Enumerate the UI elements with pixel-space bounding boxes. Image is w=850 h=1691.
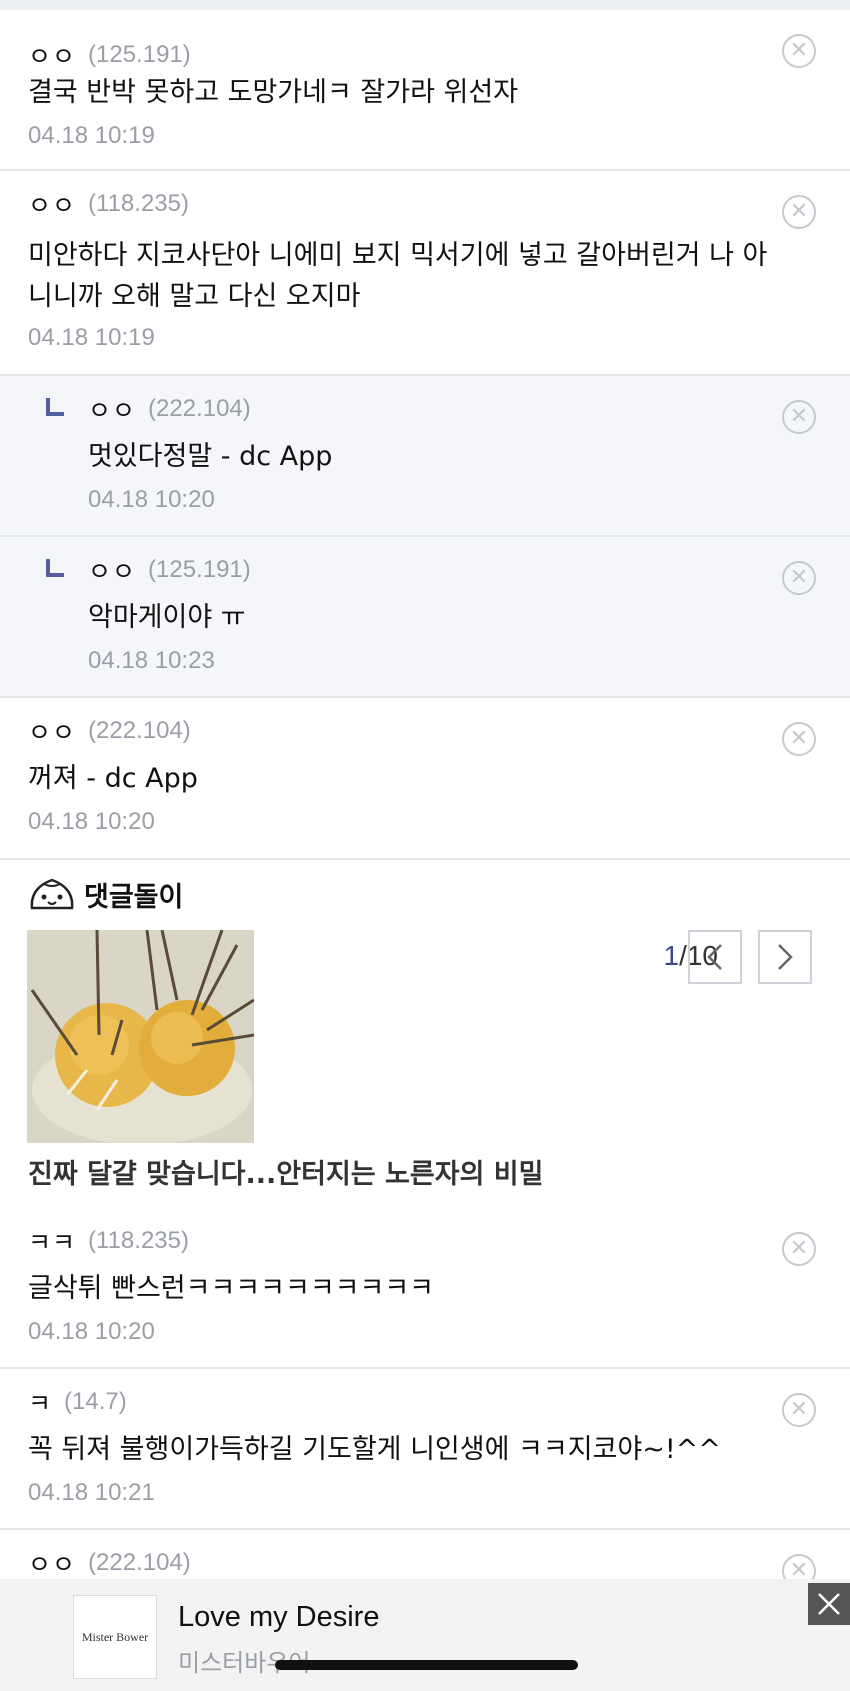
reply-item: ㅇㅇ (125.191) 악마게이야 ㅠ 04.18 10:23 ✕ bbox=[0, 537, 850, 698]
comment-date: 04.18 10:20 bbox=[28, 808, 155, 835]
comment-nickname[interactable]: ㅇㅇ bbox=[88, 552, 136, 588]
comment-text: 결국 반박 못하고 도망가네ㅋ 잘가라 위선자 bbox=[28, 77, 519, 108]
comment-bot-name: 댓글돌이 bbox=[84, 881, 184, 913]
comment-nickname[interactable]: ㅇㅇ bbox=[28, 37, 76, 73]
reply-arrow-icon bbox=[46, 398, 64, 416]
comment-header: ㅋ (14.7) bbox=[28, 1384, 127, 1420]
comment-header: ㅇㅇ (222.104) bbox=[46, 391, 251, 427]
dumpling-mascot-icon bbox=[30, 878, 74, 910]
comment-text: 악마게이야 ㅠ bbox=[88, 602, 246, 633]
circle-x-icon: ✕ bbox=[789, 38, 809, 63]
comment-item: ㅇㅇ (222.104) ✕ bbox=[0, 1530, 850, 1579]
delete-comment-button[interactable]: ✕ bbox=[782, 400, 816, 434]
comment-nickname[interactable]: ㅇㅇ bbox=[88, 391, 136, 427]
next-button[interactable] bbox=[758, 930, 812, 984]
comment-header: ㅋㅋ (118.235) bbox=[28, 1223, 189, 1259]
ad-banner[interactable]: Mister Bower Love my Desire 미스터바우어 bbox=[0, 1579, 850, 1691]
comment-nickname[interactable]: ㅇㅇ bbox=[28, 1545, 76, 1579]
comment-header: ㅇㅇ (125.191) bbox=[28, 37, 191, 73]
circle-x-icon: ✕ bbox=[789, 404, 809, 429]
comment-bot-title: 댓글돌이 bbox=[28, 874, 183, 914]
comment-header: ㅇㅇ (118.235) bbox=[28, 186, 189, 222]
close-icon bbox=[818, 1593, 840, 1615]
comment-date: 04.18 10:20 bbox=[88, 486, 215, 513]
chevron-right-icon bbox=[778, 944, 793, 970]
comment-text: 꼭 뒤져 불행이가득하길 기도할게 니인생에 ㅋㅋ지코야~!^^ bbox=[28, 1434, 721, 1465]
delete-comment-button[interactable]: ✕ bbox=[782, 1393, 816, 1427]
comment-ip: (222.104) bbox=[88, 1549, 191, 1576]
comment-nickname[interactable]: ㅋ bbox=[28, 1384, 52, 1420]
comment-text: 멋있다정말 - dc App bbox=[88, 441, 333, 472]
comment-ip: (222.104) bbox=[88, 717, 191, 744]
reply-arrow-icon bbox=[46, 559, 64, 577]
circle-x-icon: ✕ bbox=[789, 1558, 809, 1580]
comment-item: ㅋㅋ (118.235) 글삭튀 빤스런ㅋㅋㅋㅋㅋㅋㅋㅋㅋㅋ 04.18 10:… bbox=[0, 1208, 850, 1369]
delete-comment-button[interactable]: ✕ bbox=[782, 1232, 816, 1266]
comment-item: ㅇㅇ (125.191) 결국 반박 못하고 도망가네ㅋ 잘가라 위선자 04.… bbox=[0, 10, 850, 171]
comment-date: 04.18 10:19 bbox=[28, 324, 155, 351]
comment-date: 04.18 10:23 bbox=[88, 647, 215, 674]
ad-logo: Mister Bower bbox=[73, 1595, 157, 1679]
delete-comment-button[interactable]: ✕ bbox=[782, 195, 816, 229]
delete-comment-button[interactable]: ✕ bbox=[782, 722, 816, 756]
prev-button[interactable] bbox=[688, 930, 742, 984]
reply-item: ㅇㅇ (222.104) 멋있다정말 - dc App 04.18 10:20 … bbox=[0, 376, 850, 537]
bot-post-thumbnail[interactable] bbox=[27, 930, 254, 1143]
comment-date: 04.18 10:19 bbox=[28, 122, 155, 149]
delete-comment-button[interactable]: ✕ bbox=[782, 34, 816, 68]
ad-close-button[interactable] bbox=[808, 1583, 850, 1625]
comment-nickname[interactable]: ㅋㅋ bbox=[28, 1223, 76, 1259]
comment-item: ㅇㅇ (118.235) 미안하다 지코사단아 니에미 보지 믹서기에 넣고 갈… bbox=[0, 171, 850, 376]
comment-text: 글삭튀 빤스런ㅋㅋㅋㅋㅋㅋㅋㅋㅋㅋ bbox=[28, 1273, 435, 1304]
pager-current: 1 bbox=[663, 940, 680, 971]
circle-x-icon: ✕ bbox=[789, 565, 809, 590]
circle-x-icon: ✕ bbox=[789, 726, 809, 751]
comment-item: ㅇㅇ (222.104) 꺼져 - dc App 04.18 10:20 ✕ bbox=[0, 698, 850, 860]
comment-item: ㅋ (14.7) 꼭 뒤져 불행이가득하길 기도할게 니인생에 ㅋㅋ지코야~!^… bbox=[0, 1369, 850, 1530]
comment-ip: (118.235) bbox=[88, 190, 189, 217]
comment-nickname[interactable]: ㅇㅇ bbox=[28, 713, 76, 749]
comment-date: 04.18 10:21 bbox=[28, 1479, 155, 1506]
comment-header: ㅇㅇ (222.104) bbox=[28, 713, 191, 749]
chevron-left-icon bbox=[707, 944, 722, 970]
comment-ip: (125.191) bbox=[88, 41, 191, 68]
bot-post-caption[interactable]: 진짜 달걀 맞습니다...안터지는 노른자의 비밀 bbox=[28, 1152, 544, 1191]
circle-x-icon: ✕ bbox=[789, 1236, 809, 1261]
delete-comment-button[interactable]: ✕ bbox=[782, 561, 816, 595]
top-strip bbox=[0, 0, 850, 10]
comment-ip: (14.7) bbox=[64, 1388, 127, 1415]
delete-comment-button[interactable]: ✕ bbox=[782, 1554, 816, 1579]
comment-header: ㅇㅇ (125.191) bbox=[46, 552, 251, 588]
circle-x-icon: ✕ bbox=[789, 1397, 809, 1422]
ad-title[interactable]: Love my Desire bbox=[178, 1601, 379, 1634]
comment-text: 꺼져 - dc App bbox=[28, 763, 198, 794]
comment-bot-section: 댓글돌이 진짜 달걀 맞습니다...안터지는 노른자의 비밀 1/10 bbox=[0, 860, 850, 1210]
comment-header: ㅇㅇ (222.104) bbox=[28, 1545, 191, 1579]
comment-ip: (118.235) bbox=[88, 1227, 189, 1254]
comment-ip: (125.191) bbox=[148, 556, 251, 583]
home-indicator bbox=[275, 1660, 578, 1670]
comment-text: 미안하다 지코사단아 니에미 보지 믹서기에 넣고 갈아버린거 나 아니니까 오… bbox=[28, 240, 768, 312]
circle-x-icon: ✕ bbox=[789, 199, 809, 224]
comment-date: 04.18 10:20 bbox=[28, 1318, 155, 1345]
comment-nickname[interactable]: ㅇㅇ bbox=[28, 186, 76, 222]
comment-ip: (222.104) bbox=[148, 395, 251, 422]
